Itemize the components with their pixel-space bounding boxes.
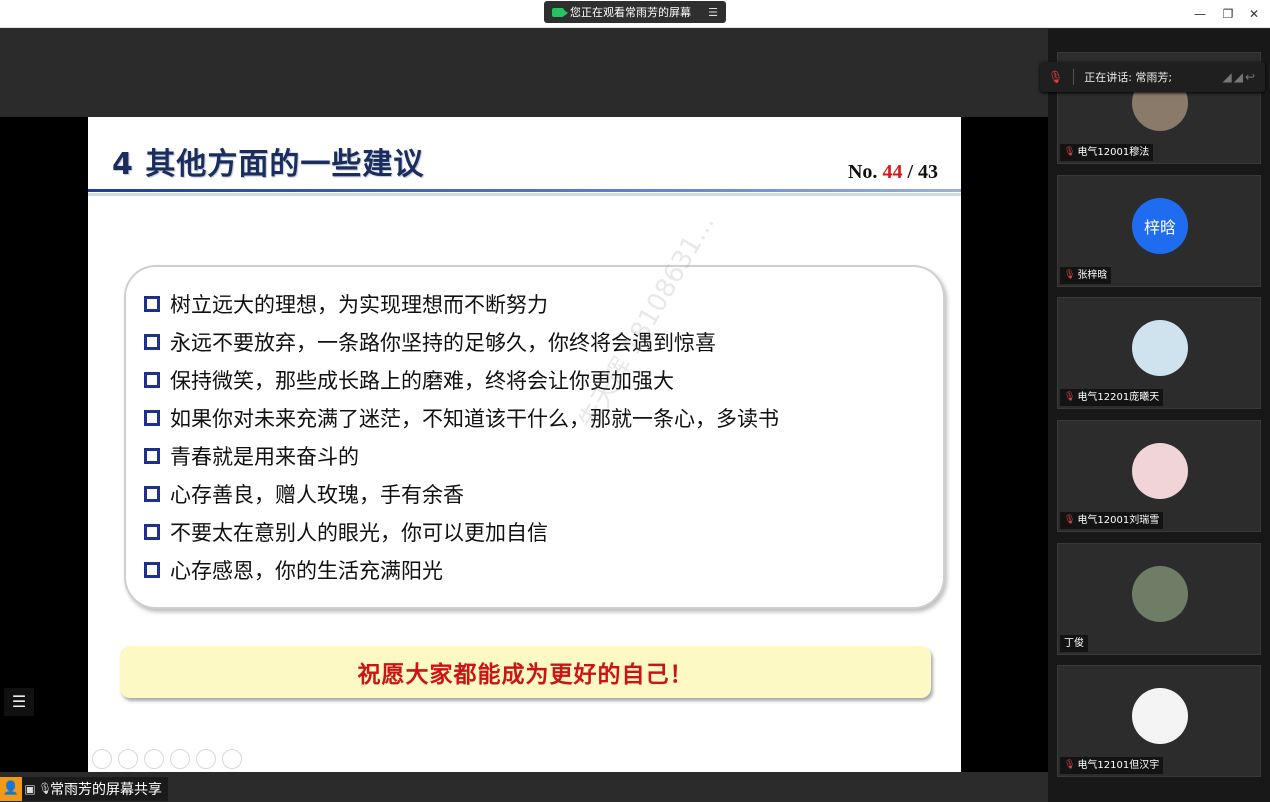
avatar-initials: 梓晗 <box>1143 218 1176 237</box>
restore-icon[interactable]: ❐ <box>1220 6 1236 22</box>
checkbox-square-icon <box>144 410 160 426</box>
participant-name: 张梓晗 <box>1077 270 1108 281</box>
participant-tile[interactable]: 🎙 电气12101但汉宇 <box>1057 665 1261 777</box>
avatar: 梓晗 <box>1132 198 1188 254</box>
top-bar: 您正在观看常雨芳的屏幕 ☰ — ❐ ✕ <box>0 0 1270 28</box>
share-label: 常雨芳的屏幕共享 <box>50 782 162 798</box>
list-item-text: 树立远大的理想，为实现理想而不断努力 <box>170 293 548 317</box>
muted-mic-icon: 🎙 <box>1048 70 1064 84</box>
page-total: 43 <box>918 161 938 183</box>
prev-slide-icon[interactable] <box>92 749 112 769</box>
checkbox-square-icon <box>144 486 160 502</box>
bottom-bar: 👤 ▣ 🎙 常雨芳的屏幕共享 <box>0 773 1048 802</box>
list-item: 树立远大的理想，为实现理想而不断努力 <box>144 285 779 323</box>
checkbox-square-icon <box>144 524 160 540</box>
avatar <box>1132 320 1188 376</box>
participant-name: 丁俊 <box>1064 638 1084 649</box>
slide-toolbar <box>92 749 242 769</box>
list-item: 永远不要放弃，一条路你坚持的足够久，你终将会遇到惊喜 <box>144 323 779 361</box>
list-item-text: 如果你对未来充满了迷茫，不知道该干什么，那就一条心，多读书 <box>170 407 779 431</box>
list-item-text: 心存感恩，你的生活充满阳光 <box>170 559 443 583</box>
participant-label: 丁俊 <box>1060 635 1088 652</box>
avatar <box>1132 443 1188 499</box>
microphone-icon: 🎙 <box>38 782 52 795</box>
list-item: 保持微笑，那些成长路上的磨难，终将会让你更加强大 <box>144 361 779 399</box>
screen-share-status[interactable]: 您正在观看常雨芳的屏幕 ☰ <box>544 1 726 23</box>
checkbox-square-icon <box>144 562 160 578</box>
next-slide-icon[interactable] <box>118 749 138 769</box>
page-current: 44 <box>882 161 903 183</box>
list-item: 不要太在意别人的眼光，你可以更加自信 <box>144 513 779 551</box>
checkbox-square-icon <box>144 334 160 350</box>
sound-wave-icon: ◢◢↩ <box>1222 70 1257 84</box>
shared-screen-stage: 4 其他方面的一些建议 No. 44 / 43 树立远大的理想，为实现理想而不断… <box>0 29 1048 773</box>
participant-name: 电气12001穆法 <box>1077 147 1150 158</box>
page-number: No. 44 / 43 <box>848 161 938 184</box>
screen-share-tag: 👤 ▣ 🎙 常雨芳的屏幕共享 <box>0 777 168 801</box>
avatar <box>1132 566 1188 622</box>
avatar <box>1132 688 1188 744</box>
title-underline <box>88 189 961 192</box>
participant-name: 电气12101但汉宇 <box>1077 760 1160 771</box>
checkbox-square-icon <box>144 448 160 464</box>
menu-icon[interactable]: ☰ <box>708 6 718 19</box>
user-icon: 👤 <box>0 777 22 801</box>
speaking-indicator: 🎙 正在讲话: 常雨芳; ◢◢↩ <box>1040 62 1265 92</box>
list-item: 青春就是用来奋斗的 <box>144 437 779 475</box>
speaking-label: 正在讲话: 常雨芳; <box>1084 71 1173 84</box>
slides-grid-icon[interactable] <box>170 749 190 769</box>
list-item-text: 不要太在意别人的眼光，你可以更加自信 <box>170 521 548 545</box>
list-item: 心存善良，赠人玫瑰，手有余香 <box>144 475 779 513</box>
checkbox-square-icon <box>144 372 160 388</box>
participant-label: 🎙 张梓晗 <box>1060 267 1112 284</box>
list-icon[interactable]: ☰ <box>4 688 34 716</box>
presentation-slide: 4 其他方面的一些建议 No. 44 / 43 树立远大的理想，为实现理想而不断… <box>88 117 961 772</box>
muted-mic-icon: 🎙 <box>1064 760 1076 770</box>
muted-mic-icon: 🎙 <box>1064 515 1076 525</box>
participant-tile[interactable]: 丁俊 <box>1057 543 1261 655</box>
share-status-text: 您正在观看常雨芳的屏幕 <box>570 6 691 19</box>
page-separator: / <box>907 161 913 183</box>
participant-label: 🎙 电气12001刘瑞雪 <box>1060 512 1164 529</box>
advice-list: 树立远大的理想，为实现理想而不断努力 永远不要放弃，一条路你坚持的足够久，你终将… <box>144 285 779 589</box>
list-item-text: 青春就是用来奋斗的 <box>170 445 359 469</box>
divider <box>1073 69 1075 85</box>
participant-name: 电气12201庞曦天 <box>1077 392 1160 403</box>
zoom-icon[interactable] <box>196 749 216 769</box>
list-item: 心存感恩，你的生活充满阳光 <box>144 551 779 589</box>
participant-label: 🎙 电气12001穆法 <box>1060 144 1154 161</box>
screen-icon: ▣ <box>24 782 36 796</box>
camera-icon <box>552 7 568 17</box>
participant-tile[interactable]: 🎙 电气12001刘瑞雪 <box>1057 420 1261 532</box>
participant-name: 电气12001刘瑞雪 <box>1077 515 1160 526</box>
muted-mic-icon: 🎙 <box>1064 270 1076 280</box>
participant-tile[interactable]: 梓晗 🎙 张梓晗 <box>1057 175 1261 287</box>
pen-icon[interactable] <box>144 749 164 769</box>
minimize-icon[interactable]: — <box>1192 6 1208 22</box>
participant-label: 🎙 电气12201庞曦天 <box>1060 389 1164 406</box>
title-underline-light <box>88 193 961 196</box>
close-icon[interactable]: ✕ <box>1246 6 1262 22</box>
page-prefix: No. <box>847 161 878 183</box>
muted-mic-icon: 🎙 <box>1064 392 1076 402</box>
participant-label: 🎙 电气12101但汉宇 <box>1060 757 1164 774</box>
app-window: 您正在观看常雨芳的屏幕 ☰ — ❐ ✕ 4 其他方面的一些建议 No. 44 /… <box>0 0 1270 802</box>
participant-tile[interactable]: 🎙 电气12201庞曦天 <box>1057 297 1261 409</box>
more-icon[interactable] <box>222 749 242 769</box>
slide-title: 4 其他方面的一些建议 <box>112 147 425 182</box>
list-item: 如果你对未来充满了迷茫，不知道该干什么，那就一条心，多读书 <box>144 399 779 437</box>
list-item-text: 心存善良，赠人玫瑰，手有余香 <box>170 483 464 507</box>
advice-box: 树立远大的理想，为实现理想而不断努力 永远不要放弃，一条路你坚持的足够久，你终将… <box>124 265 945 609</box>
checkbox-square-icon <box>144 296 160 312</box>
closing-wish-banner: 祝愿大家都能成为更好的自己！ <box>120 646 931 698</box>
muted-mic-icon: 🎙 <box>1064 147 1076 157</box>
